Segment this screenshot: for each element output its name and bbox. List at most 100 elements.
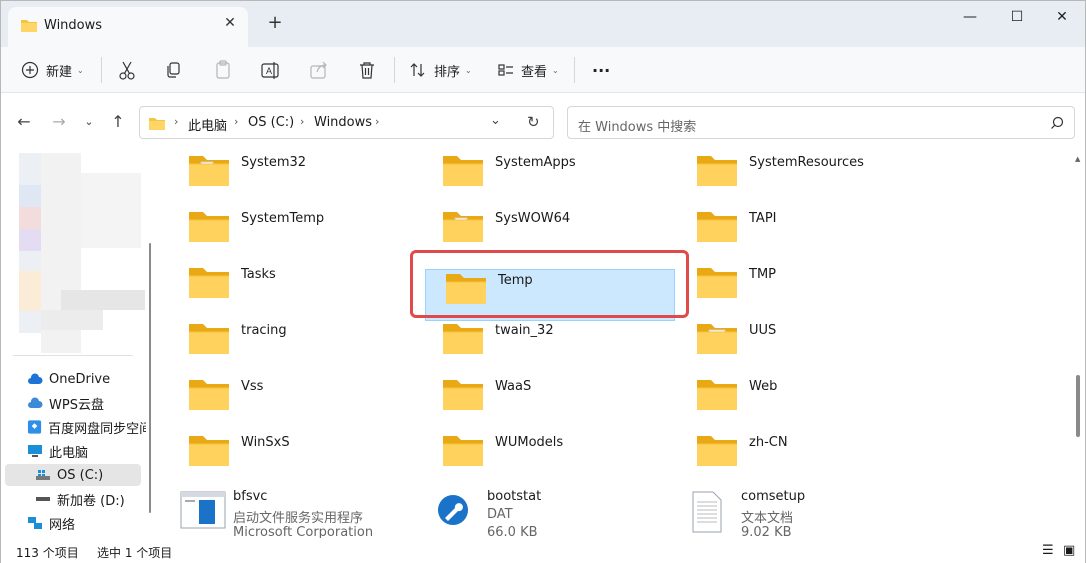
breadcrumb-os-c[interactable]: OS (C:) [248,115,294,130]
network-icon [28,517,42,529]
folder-icon [187,320,231,359]
file-name: Web [749,379,778,394]
breadcrumb-this-pc[interactable]: 此电脑 [188,115,227,134]
sidebar-item-d-drive[interactable]: 新加卷 (D:) [1,488,146,510]
delete-icon[interactable] [354,57,380,83]
search-box[interactable]: 在 Windows 中搜索 [567,106,1075,139]
divider [394,57,395,83]
cut-icon[interactable] [114,57,140,83]
tab-close-icon[interactable]: ✕ [222,15,238,31]
folder-item[interactable]: TAPI [677,208,922,260]
tiles-view-icon[interactable]: ▣ [1063,543,1075,558]
folder-icon [695,208,739,247]
breadcrumb-separator: › [300,115,305,128]
rename-icon[interactable]: A [257,57,283,83]
folder-item[interactable]: WaaS [423,376,668,428]
history-dropdown-icon[interactable]: ⌄ [490,113,501,128]
maximize-button[interactable]: ☐ [994,1,1040,33]
title-bar: Windows ✕ + — ☐ ✕ [1,1,1085,47]
item-count: 113 个项目 [16,546,79,560]
cloud-icon [28,373,43,384]
folder-item[interactable]: WUModels [423,432,668,484]
folder-icon [187,264,231,303]
folder-item[interactable]: TMP [677,264,922,316]
command-bar: 新建 ⌄ A 排序 ⌄ 查看 ⌄ ··· [1,47,1085,93]
chevron-down-icon: ⌄ [77,65,84,75]
breadcrumb-windows[interactable]: Windows [314,115,372,130]
sidebar-item-wps[interactable]: WPS云盘 [1,392,146,414]
file-item[interactable]: bfsvc 启动文件服务实用程序 Microsoft Corporation [161,488,406,538]
folder-item[interactable]: WinSxS [169,432,414,484]
new-button[interactable]: 新建 ⌄ [21,56,84,84]
file-detail: 启动文件服务实用程序 [233,511,364,526]
details-view-icon[interactable]: ☰ [1042,543,1054,558]
back-arrow-icon[interactable]: ← [13,111,35,133]
file-item[interactable]: comsetup 文本文档 9.02 KB [669,488,914,538]
close-button[interactable]: ✕ [1039,1,1085,33]
share-icon[interactable] [306,57,332,83]
sidebar-item-network[interactable]: 网络 [1,512,146,534]
cloud-icon [28,397,43,408]
sort-label: 排序 [434,64,461,80]
text-document-icon [687,490,727,537]
file-name: WinSxS [241,435,290,450]
minimize-button[interactable]: — [947,1,993,33]
sidebar-item-baidu[interactable]: 百度网盘同步空间 [1,416,146,438]
forward-arrow-icon[interactable]: → [48,111,70,133]
folder-item[interactable]: Vss [169,376,414,428]
svg-text:A: A [266,66,272,76]
sidebar-scroll-thumb[interactable] [149,243,151,513]
folder-item[interactable]: SystemTemp [169,208,414,260]
tab-windows[interactable]: Windows ✕ [8,7,248,47]
paste-icon[interactable] [210,57,236,83]
folder-item[interactable]: twain_32 [423,320,668,372]
sidebar-item-onedrive[interactable]: OneDrive [1,368,146,390]
folder-icon [187,376,231,415]
file-name: SystemApps [495,155,576,170]
file-name: TAPI [749,211,777,226]
file-detail: DAT [487,507,513,522]
view-icon [498,64,513,76]
folder-icon [695,153,739,191]
folder-item[interactable]: Tasks [169,264,414,316]
folder-icon [441,208,485,247]
folder-item[interactable]: zh-CN [677,432,922,484]
recent-chevron-icon[interactable]: ⌄ [78,111,100,133]
drive-icon [36,497,50,501]
more-button[interactable]: ··· [592,56,610,84]
sidebar-item-os-c[interactable]: OS (C:) [5,464,141,486]
file-name: twain_32 [495,323,554,338]
navigation-pane: OneDrive WPS云盘 百度网盘同步空间 此电脑 OS (C:) 新加卷 … [1,153,157,538]
content-scroll-thumb[interactable] [1076,375,1080,437]
file-name: Vss [241,379,264,394]
view-button[interactable]: 查看 ⌄ [497,56,559,84]
up-arrow-icon[interactable]: ↑ [107,111,129,133]
folder-item[interactable]: SystemResources [677,153,922,204]
folder-item[interactable]: tracing [169,320,414,372]
blurred-quick-access [19,153,145,353]
sidebar-item-this-pc[interactable]: 此电脑 [1,440,146,462]
file-name: Tasks [241,267,276,282]
file-item[interactable]: bootstat DAT 66.0 KB [415,488,660,538]
file-detail: 66.0 KB [487,525,538,538]
wrench-icon [433,490,473,533]
scroll-up-icon[interactable]: ▲ [1075,155,1080,163]
folder-item[interactable]: System32 [169,153,414,204]
search-icon[interactable] [1050,116,1064,130]
content-scrollbar[interactable]: ▲ [1072,153,1086,538]
folder-icon [149,118,165,130]
view-label: 查看 [521,64,548,80]
folder-item[interactable]: UUS [677,320,922,372]
new-tab-button[interactable]: + [265,13,285,33]
refresh-icon[interactable]: ↻ [527,113,540,131]
sort-button[interactable]: 排序 ⌄ [409,56,472,84]
folder-item[interactable]: SystemApps [423,153,668,204]
copy-icon[interactable] [161,57,187,83]
file-detail: 文本文档 [741,511,794,526]
folder-icon [695,264,739,303]
address-bar[interactable]: › 此电脑 › OS (C:) › Windows › ⌄ ↻ [139,106,554,139]
divider [574,57,575,83]
sidebar-scrollbar[interactable] [149,153,152,538]
folder-icon [187,153,231,191]
folder-item[interactable]: Web [677,376,922,428]
